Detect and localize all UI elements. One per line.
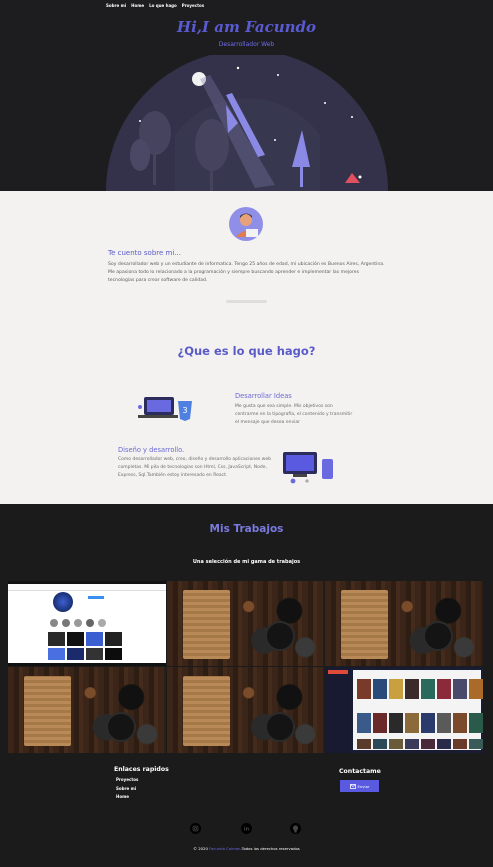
footer-links-title: Enlaces rapidos [114,766,169,773]
footer-link-sobre-mi[interactable]: Sobre mi [116,786,136,791]
top-nav: Sobre mi Home Lo que hago Proyectos [106,3,204,8]
nav-link-proyectos[interactable]: Proyectos [182,3,204,8]
works-subtitle: Una selección de mi gama de trabajos [192,559,301,565]
service-ideas-title: Desarrollar Ideas [235,392,292,400]
about-text: Soy desarrollador web y un estudiante de… [108,262,385,284]
hero-section: Sobre mi Home Lo que hago Proyectos Hi,I… [0,0,493,191]
copyright: © 2020 Facundo Colman.Todos los derechos… [0,846,493,851]
svg-text:3: 3 [182,406,187,415]
hero-title: Hi,I am Facundo [176,18,317,36]
user-avatar-icon [229,207,263,241]
hero-subtitle: Desarrollador Web [218,41,275,48]
section-divider [226,300,267,303]
copyright-prefix: © 2020 [193,846,208,851]
github-icon[interactable] [290,823,301,834]
works-section: Mis Trabajos Una selección de mi gama de… [0,504,493,867]
project-instagram-clone[interactable] [8,581,166,666]
devices-illustration [283,452,333,484]
about-title: Te cuento sobre mi... [108,249,181,257]
css-laptop-illustration: 3 [138,397,192,421]
instagram-icon[interactable] [190,823,201,834]
nav-link-lo-que-hago[interactable]: Lo que hago [149,3,177,8]
about-section: Te cuento sobre mi... Soy desarrollador … [0,191,493,504]
project-food-board[interactable] [167,667,324,753]
night-landscape-illustration [106,55,388,191]
copyright-name[interactable]: Facundo Colman [209,846,240,851]
services-title: ¿Que es lo que hago? [177,344,316,358]
project-food-board[interactable] [8,667,166,753]
send-icon [349,783,356,789]
nav-link-home[interactable]: Home [131,3,144,8]
service-design-text: Como desarrollador web, creo, diseño y d… [118,457,271,479]
projects-grid [8,581,483,753]
service-design-title: Diseño y desarrollo. [118,446,185,454]
project-food-board[interactable] [167,581,324,666]
send-button[interactable]: Enviar [340,780,379,792]
footer-link-home[interactable]: Home [116,794,129,799]
nav-link-sobre-mi[interactable]: Sobre mi [106,3,126,8]
service-ideas-text: Me gusta que sea simple. Mis objetivos s… [235,404,353,426]
project-food-board[interactable] [325,581,483,666]
contact-title: Contactame [339,768,381,775]
copyright-suffix: .Todos los derechos reservados [240,846,300,851]
works-title: Mis Trabajos [209,523,284,535]
svg-text:in: in [244,826,250,832]
send-button-label: Enviar [357,783,370,789]
footer-link-proyectos[interactable]: Proyectos [116,777,138,782]
project-peliculas-app[interactable] [325,667,483,753]
linkedin-icon[interactable]: in [241,823,252,834]
